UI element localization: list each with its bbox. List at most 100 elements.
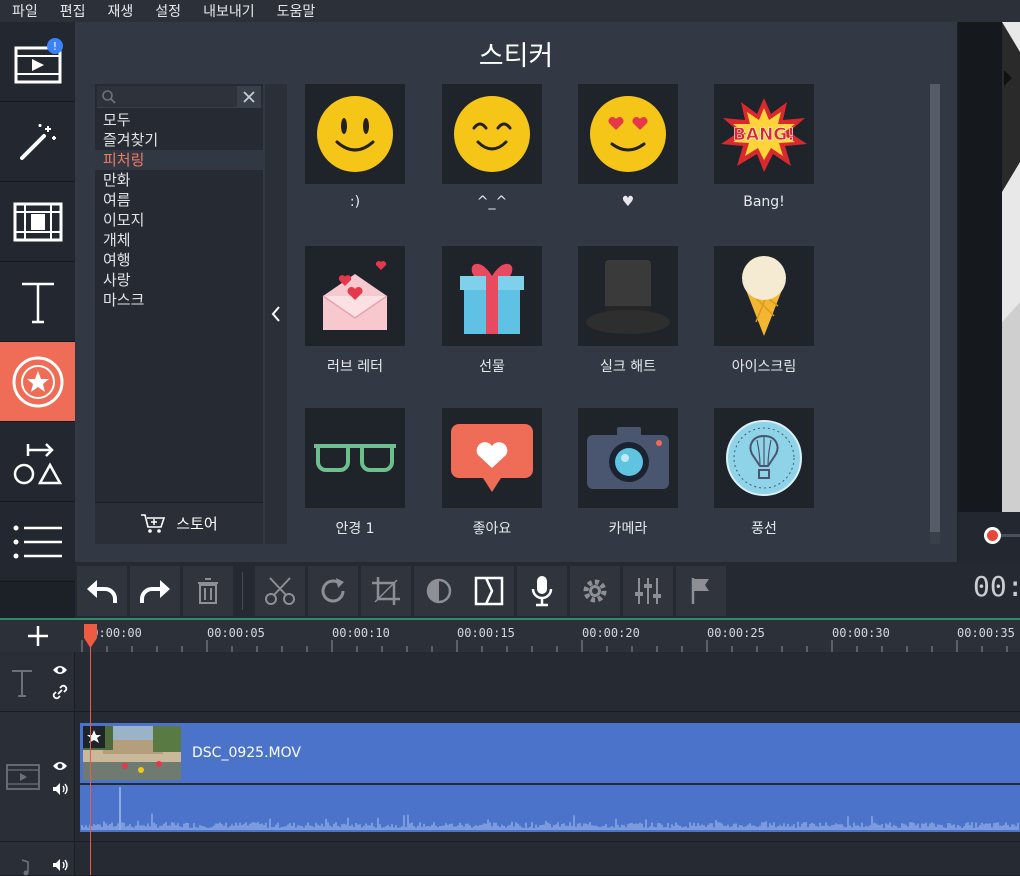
film-strip-icon [13,202,62,241]
tick-label: 00:00:20 [582,626,640,640]
ice-cream-icon [714,246,814,346]
category-travel[interactable]: 여행 [95,250,263,270]
menu-help[interactable]: 도움말 [277,1,316,21]
sticker-scrollbar[interactable] [930,84,940,544]
sticker-label: 러브 레터 [327,359,383,375]
transition-wizard-button[interactable] [464,566,514,616]
category-mask[interactable]: 마스크 [95,290,263,310]
category-objects[interactable]: 개체 [95,230,263,250]
trash-icon [198,578,218,604]
import-media-button[interactable]: ! [0,22,75,102]
sticker-bang[interactable]: BANG! Bang! [714,84,814,210]
category-summer[interactable]: 여름 [95,190,263,210]
transitions-button[interactable] [0,182,75,262]
clear-search-button[interactable] [237,86,261,108]
titles-button[interactable] [0,262,75,342]
sticker-label: 안경 1 [335,521,375,537]
category-love[interactable]: 사랑 [95,270,263,290]
shapes-button[interactable] [0,422,75,502]
audio-track-header [0,842,75,876]
sticker-like[interactable]: 좋아요 [442,408,542,538]
seek-handle[interactable] [984,527,1001,544]
crop-button[interactable] [361,566,411,616]
scrollbar-thumb[interactable] [930,84,940,532]
sticker-top-hat[interactable]: 실크 해트 [578,246,678,376]
sticker-balloon[interactable]: 풍선 [714,408,814,538]
undo-button[interactable] [77,566,127,616]
waveform-graph [81,787,1019,830]
stickers-button[interactable] [0,342,75,422]
delete-button[interactable] [183,566,233,616]
more-tools-button[interactable] [0,502,75,582]
ruler-ticks [81,640,1008,652]
text-track-icon [12,670,32,697]
clip-filename: DSC_0925.MOV [192,745,301,761]
category-panel: 모두 즐겨찾기 피처링 만화 여름 이모지 개체 여행 사랑 마스크 스토어 [95,84,263,544]
tick-label: 00:00:35 [957,626,1015,640]
sticker-star-icon [12,356,63,407]
link-icon[interactable] [52,684,68,700]
bang-text: BANG! [733,125,795,145]
cart-icon [141,513,166,533]
undo-icon [87,580,117,603]
redo-button[interactable] [130,566,180,616]
film-track-icon [6,764,40,790]
video-preview [958,22,1020,512]
glasses-icon [305,408,405,508]
video-track-header [0,712,75,841]
playhead-handle[interactable] [84,624,97,648]
sticker-smile[interactable]: :) [305,84,405,210]
sticker-happy[interactable]: ^_^ [442,84,542,210]
audio-waveform[interactable] [80,785,1020,832]
sticker-heart-eyes[interactable]: ♥ [578,84,678,210]
category-emoji[interactable]: 이모지 [95,210,263,230]
category-list: 모두 즐겨찾기 피처링 만화 여름 이모지 개체 여행 사랑 마스크 [95,110,263,310]
equalizer-button[interactable] [623,566,673,616]
eye-icon[interactable] [52,664,68,676]
record-audio-button[interactable] [517,566,567,616]
sticker-love-letter[interactable]: 러브 레터 [305,246,405,376]
redo-icon [140,580,170,603]
menu-play[interactable]: 재생 [108,1,134,21]
collapse-panel-button[interactable] [265,84,287,544]
video-clip[interactable]: DSC_0925.MOV [80,723,1020,783]
sticker-label: :) [349,194,361,210]
category-cartoon[interactable]: 만화 [95,170,263,190]
hot-air-balloon-icon [714,408,814,508]
preview-frame [958,22,1020,512]
menu-file[interactable]: 파일 [12,1,38,21]
store-button[interactable]: 스토어 [95,502,263,544]
sticker-gift[interactable]: 선물 [442,246,542,376]
tick-label: 00:00:10 [332,626,390,640]
category-featured[interactable]: 피처링 [95,150,263,170]
love-letter-icon [305,246,405,346]
eye-icon[interactable] [52,760,68,772]
search-input[interactable] [97,86,261,108]
menu-export[interactable]: 내보내기 [203,1,255,21]
menu-settings[interactable]: 설정 [155,1,181,21]
bang-comic-icon: BANG! [714,84,814,184]
sticker-label: 좋아요 [472,521,512,537]
list-icon [13,525,62,558]
effects-button[interactable] [0,102,75,182]
playhead[interactable] [90,626,91,875]
color-adjust-button[interactable] [414,566,464,616]
rotate-button[interactable] [308,566,358,616]
speaker-icon[interactable] [52,858,68,872]
title-track-header [0,652,75,711]
clip-thumbnail [83,726,181,780]
sticker-glasses[interactable]: 안경 1 [305,408,405,538]
sticker-camera[interactable]: 카메라 [578,408,678,538]
category-favorites[interactable]: 즐겨찾기 [95,130,263,150]
menu-edit[interactable]: 편집 [60,1,86,21]
split-button[interactable] [255,566,305,616]
shapes-arrow-icon [13,442,62,484]
clip-properties-button[interactable] [570,566,620,616]
timeline-ruler[interactable]: 00:00:00 00:00:05 00:00:10 00:00:15 00:0… [0,618,1020,652]
add-track-button[interactable] [0,620,75,652]
sticker-label: Bang! [743,194,785,210]
add-marker-button[interactable] [676,566,726,616]
sticker-ice-cream[interactable]: 아이스크림 [714,246,814,376]
category-all[interactable]: 모두 [95,110,263,130]
speaker-icon[interactable] [52,782,68,796]
